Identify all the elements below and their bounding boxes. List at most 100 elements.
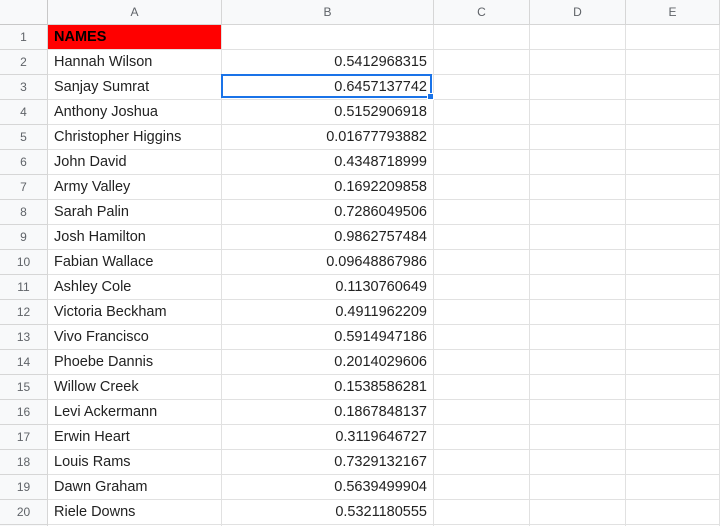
cell-D11[interactable] [530, 275, 626, 300]
cell-D14[interactable] [530, 350, 626, 375]
cell-E1[interactable] [626, 25, 720, 50]
cell-A2[interactable]: Hannah Wilson [48, 50, 222, 75]
cell-D20[interactable] [530, 500, 626, 525]
cell-C8[interactable] [434, 200, 530, 225]
cell-C6[interactable] [434, 150, 530, 175]
cell-B10[interactable]: 0.09648867986 [222, 250, 434, 275]
cell-D5[interactable] [530, 125, 626, 150]
row-header-8[interactable]: 8 [0, 200, 48, 225]
cell-E16[interactable] [626, 400, 720, 425]
cell-B4[interactable]: 0.5152906918 [222, 100, 434, 125]
cell-E17[interactable] [626, 425, 720, 450]
row-header-14[interactable]: 14 [0, 350, 48, 375]
cell-E5[interactable] [626, 125, 720, 150]
cell-E6[interactable] [626, 150, 720, 175]
cell-A19[interactable]: Dawn Graham [48, 475, 222, 500]
row-header-2[interactable]: 2 [0, 50, 48, 75]
column-header-A[interactable]: A [48, 0, 222, 25]
cell-B13[interactable]: 0.5914947186 [222, 325, 434, 350]
cell-C19[interactable] [434, 475, 530, 500]
cell-A10[interactable]: Fabian Wallace [48, 250, 222, 275]
cell-A12[interactable]: Victoria Beckham [48, 300, 222, 325]
spreadsheet-grid[interactable]: ABCDE1NAMES2Hannah Wilson0.54129683153Sa… [0, 0, 720, 526]
cell-D17[interactable] [530, 425, 626, 450]
cell-A3[interactable]: Sanjay Sumrat [48, 75, 222, 100]
cell-B7[interactable]: 0.1692209858 [222, 175, 434, 200]
cell-D7[interactable] [530, 175, 626, 200]
cell-C11[interactable] [434, 275, 530, 300]
cell-C13[interactable] [434, 325, 530, 350]
cell-A4[interactable]: Anthony Joshua [48, 100, 222, 125]
cell-B5[interactable]: 0.01677793882 [222, 125, 434, 150]
cell-E3[interactable] [626, 75, 720, 100]
cell-A16[interactable]: Levi Ackermann [48, 400, 222, 425]
cell-D9[interactable] [530, 225, 626, 250]
cell-E15[interactable] [626, 375, 720, 400]
row-header-19[interactable]: 19 [0, 475, 48, 500]
cell-E4[interactable] [626, 100, 720, 125]
cell-B16[interactable]: 0.1867848137 [222, 400, 434, 425]
row-header-9[interactable]: 9 [0, 225, 48, 250]
cell-C20[interactable] [434, 500, 530, 525]
row-header-12[interactable]: 12 [0, 300, 48, 325]
cell-B17[interactable]: 0.3119646727 [222, 425, 434, 450]
cell-D19[interactable] [530, 475, 626, 500]
cell-B6[interactable]: 0.4348718999 [222, 150, 434, 175]
cell-C10[interactable] [434, 250, 530, 275]
cell-B11[interactable]: 0.1130760649 [222, 275, 434, 300]
cell-E11[interactable] [626, 275, 720, 300]
cell-D4[interactable] [530, 100, 626, 125]
cell-E14[interactable] [626, 350, 720, 375]
row-header-20[interactable]: 20 [0, 500, 48, 525]
cell-C12[interactable] [434, 300, 530, 325]
column-header-D[interactable]: D [530, 0, 626, 25]
cell-B8[interactable]: 0.7286049506 [222, 200, 434, 225]
cell-B18[interactable]: 0.7329132167 [222, 450, 434, 475]
row-header-17[interactable]: 17 [0, 425, 48, 450]
cell-B2[interactable]: 0.5412968315 [222, 50, 434, 75]
cell-A7[interactable]: Army Valley [48, 175, 222, 200]
cell-E8[interactable] [626, 200, 720, 225]
row-header-10[interactable]: 10 [0, 250, 48, 275]
cell-C4[interactable] [434, 100, 530, 125]
row-header-11[interactable]: 11 [0, 275, 48, 300]
select-all-corner[interactable] [0, 0, 48, 25]
cell-A6[interactable]: John David [48, 150, 222, 175]
column-header-C[interactable]: C [434, 0, 530, 25]
cell-E18[interactable] [626, 450, 720, 475]
cell-C15[interactable] [434, 375, 530, 400]
cell-B15[interactable]: 0.1538586281 [222, 375, 434, 400]
cell-A20[interactable]: Riele Downs [48, 500, 222, 525]
cell-C3[interactable] [434, 75, 530, 100]
cell-B12[interactable]: 0.4911962209 [222, 300, 434, 325]
cell-C7[interactable] [434, 175, 530, 200]
row-header-7[interactable]: 7 [0, 175, 48, 200]
row-header-3[interactable]: 3 [0, 75, 48, 100]
cell-C14[interactable] [434, 350, 530, 375]
cell-A17[interactable]: Erwin Heart [48, 425, 222, 450]
cell-E9[interactable] [626, 225, 720, 250]
cell-A15[interactable]: Willow Creek [48, 375, 222, 400]
row-header-1[interactable]: 1 [0, 25, 48, 50]
cell-E13[interactable] [626, 325, 720, 350]
cell-B9[interactable]: 0.9862757484 [222, 225, 434, 250]
cell-D2[interactable] [530, 50, 626, 75]
cell-D6[interactable] [530, 150, 626, 175]
cell-C17[interactable] [434, 425, 530, 450]
cell-B3[interactable]: 0.6457137742 [222, 75, 434, 100]
column-header-E[interactable]: E [626, 0, 720, 25]
cell-E19[interactable] [626, 475, 720, 500]
row-header-5[interactable]: 5 [0, 125, 48, 150]
cell-E12[interactable] [626, 300, 720, 325]
cell-C5[interactable] [434, 125, 530, 150]
cell-C2[interactable] [434, 50, 530, 75]
column-header-B[interactable]: B [222, 0, 434, 25]
cell-C16[interactable] [434, 400, 530, 425]
cell-A9[interactable]: Josh Hamilton [48, 225, 222, 250]
cell-B19[interactable]: 0.5639499904 [222, 475, 434, 500]
row-header-16[interactable]: 16 [0, 400, 48, 425]
row-header-18[interactable]: 18 [0, 450, 48, 475]
cell-D12[interactable] [530, 300, 626, 325]
cell-D18[interactable] [530, 450, 626, 475]
cell-E2[interactable] [626, 50, 720, 75]
